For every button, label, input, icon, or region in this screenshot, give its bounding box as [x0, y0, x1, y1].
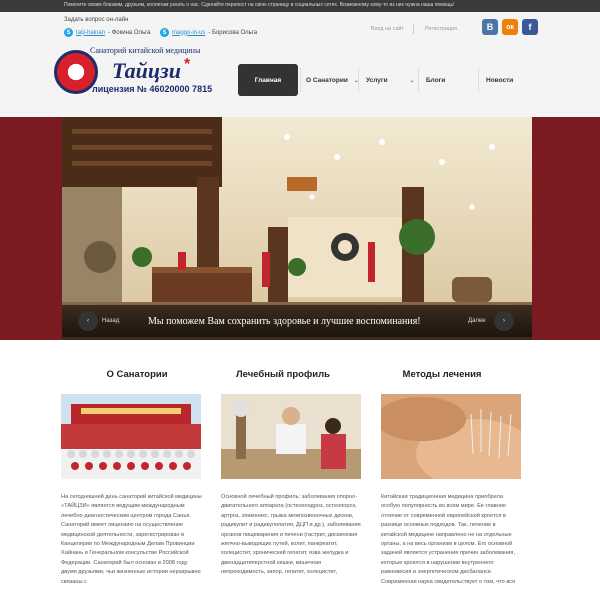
logo-star: *: [184, 56, 191, 73]
nav-divider: [300, 68, 301, 92]
odnoklassniki-icon[interactable]: ок: [502, 19, 518, 35]
share-banner-text: Помогите своим близким, друзьям, коллега…: [64, 2, 455, 8]
logo-license: лицензия № 46020000 7815: [92, 84, 213, 94]
slide-next-label[interactable]: Далее: [468, 318, 486, 324]
nav-home[interactable]: Главная: [238, 64, 298, 96]
nav-services-label: Услуги: [366, 76, 388, 84]
column-title-profile: Лечебный профиль: [236, 369, 330, 380]
skype-name-2: - Борисова Ольга: [208, 29, 258, 36]
nav-divider: [418, 68, 419, 92]
column-title-methods: Методы лечения: [402, 369, 482, 380]
nav-news[interactable]: Новости: [486, 64, 526, 96]
share-banner: Помогите своим близким, друзьям, коллега…: [0, 0, 600, 12]
skype-contact-2: S maggo-in-us - Борисова Ольга: [160, 28, 257, 37]
register-link[interactable]: Регистрация: [425, 26, 457, 32]
skype-icon: S: [160, 28, 169, 37]
slide-caption: Мы поможем Вам сохранить здоровье и лучш…: [148, 316, 421, 327]
chevron-down-icon: ⌄: [409, 77, 415, 84]
skype-link-1[interactable]: taiji-hainan: [76, 30, 105, 36]
nav-divider: [358, 68, 359, 92]
skype-contact-1: S taiji-hainan - Фокина Ольга: [64, 28, 151, 37]
column-title-about: О Санатории: [106, 369, 168, 380]
skype-icon: S: [64, 28, 73, 37]
methods-text: Китайская традиционная медицина приобрел…: [381, 494, 516, 585]
profile-text: Основной лечебный профиль: заболевания о…: [221, 494, 361, 576]
main-nav: Главная О Санатории ⌄ Услуги ⌄ Блоги Нов…: [236, 64, 536, 96]
slide-prev-label[interactable]: Назад: [102, 318, 119, 324]
nav-about-label: О Санатории: [306, 76, 348, 84]
nav-services[interactable]: Услуги ⌄: [366, 64, 416, 96]
logo-title: Тайцзи: [112, 58, 181, 83]
divider: [413, 24, 414, 34]
about-text: На сегодняшний день санаторий китайской …: [61, 494, 202, 585]
nav-blogs[interactable]: Блоги: [426, 64, 466, 96]
slide-prev-button[interactable]: ‹: [78, 311, 98, 331]
skype-link-2[interactable]: maggo-in-us: [172, 30, 205, 36]
acupuncture-photo[interactable]: [381, 394, 521, 479]
site-logo[interactable]: Санаторий китайской медицины Тайцзи * ли…: [54, 46, 214, 98]
doctor-consultation-photo[interactable]: [221, 394, 361, 479]
login-link[interactable]: Вход на сайт: [371, 26, 404, 32]
staff-group-photo[interactable]: [61, 394, 201, 479]
online-question-title: Задать вопрос он-лайн: [64, 17, 129, 23]
vk-icon[interactable]: В: [482, 19, 498, 35]
nav-about[interactable]: О Санатории ⌄: [306, 64, 366, 96]
logo-tagline: Санаторий китайской медицины: [90, 46, 201, 55]
nav-divider: [478, 68, 479, 92]
slide-next-button[interactable]: ›: [494, 311, 514, 331]
facebook-icon[interactable]: f: [522, 19, 538, 35]
skype-name-1: - Фокина Ольга: [108, 29, 151, 36]
